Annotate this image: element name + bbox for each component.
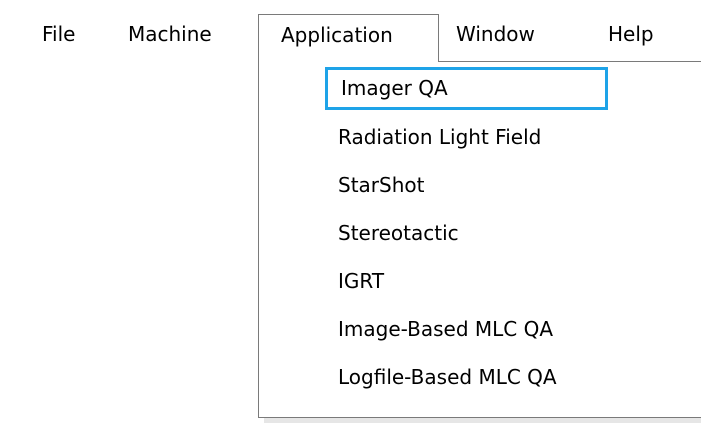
application-dropdown: Imager QA Radiation Light Field StarShot… xyxy=(258,61,701,418)
menu-machine[interactable]: Machine xyxy=(128,14,212,60)
menu-item-imager-qa[interactable]: Imager QA xyxy=(325,67,608,110)
app-stage: File Machine Application Window Help Ima… xyxy=(0,0,701,423)
menu-item-image-based-mlc-qa[interactable]: Image-Based MLC QA xyxy=(323,309,701,349)
menu-window[interactable]: Window xyxy=(456,14,535,60)
menu-item-logfile-based-mlc-qa[interactable]: Logfile-Based MLC QA xyxy=(323,357,701,397)
menu-file[interactable]: File xyxy=(42,14,75,60)
menu-help[interactable]: Help xyxy=(608,14,654,60)
menu-bar: File Machine Application Window Help xyxy=(0,0,701,62)
menu-item-igrt[interactable]: IGRT xyxy=(323,261,701,301)
menu-item-starshot[interactable]: StarShot xyxy=(323,165,701,205)
menu-item-stereotactic[interactable]: Stereotactic xyxy=(323,213,701,253)
menu-item-radiation-light-field[interactable]: Radiation Light Field xyxy=(323,117,701,157)
menu-application[interactable]: Application xyxy=(258,14,439,62)
